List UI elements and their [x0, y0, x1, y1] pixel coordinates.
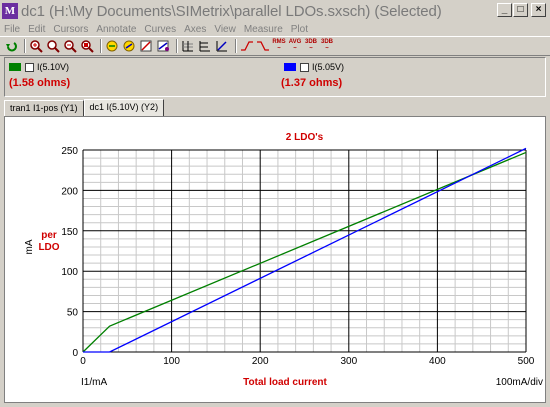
menu-cursors[interactable]: Cursors — [49, 24, 92, 35]
zoom-box-icon[interactable] — [46, 39, 60, 53]
legend-checkbox[interactable] — [300, 62, 309, 72]
y-tick-label: 250 — [61, 146, 78, 157]
legend-swatch-green — [9, 63, 21, 71]
app-icon[interactable]: M — [2, 3, 18, 19]
legend-panel: I(5.10V) (1.58 ohms) I(5.05V) (1.37 ohms… — [4, 57, 546, 97]
chart-title: 2 LDO's — [286, 132, 324, 143]
toolbar-separator — [24, 39, 26, 53]
y-axis-unit: mA — [24, 239, 35, 254]
legend-label: I(5.05V) — [312, 62, 345, 72]
tab-tran1[interactable]: tran1 I1-pos (Y1) — [4, 100, 84, 116]
zoom-full-icon[interactable] — [80, 39, 94, 53]
curve-pan-icon[interactable] — [105, 39, 119, 53]
y-tick-label: 200 — [61, 186, 78, 197]
menu-view[interactable]: View — [210, 24, 240, 35]
close-button[interactable]: × — [531, 3, 546, 17]
legend-checkbox[interactable] — [25, 62, 34, 72]
app-window: M dc1 (H:\My Documents\SIMetrix\parallel… — [0, 0, 550, 407]
legend-swatch-blue — [284, 63, 296, 71]
rms-measure-icon[interactable]: RMS ~ — [272, 39, 286, 53]
stacked-grid-icon[interactable] — [198, 39, 212, 53]
y-axis-label: per — [41, 230, 57, 241]
avg-measure-icon[interactable]: AVG ~ — [288, 39, 302, 53]
x-tick-label: 0 — [80, 356, 86, 367]
menu-curves[interactable]: Curves — [140, 24, 180, 35]
title-bar[interactable]: M dc1 (H:\My Documents\SIMetrix\parallel… — [0, 0, 550, 22]
tab-strip: tran1 I1-pos (Y1) dc1 I(5.10V) (Y2) — [4, 99, 165, 117]
new-grid-icon[interactable] — [181, 39, 195, 53]
x-tick-label: 400 — [429, 356, 446, 367]
delete-curve-icon[interactable] — [139, 39, 153, 53]
menu-annotate[interactable]: Annotate — [92, 24, 140, 35]
x-tick-label: 500 — [518, 356, 535, 367]
curve-fit-icon[interactable] — [122, 39, 136, 53]
y-tick-label: 50 — [67, 308, 79, 319]
tab-dc1[interactable]: dc1 I(5.10V) (Y2) — [83, 99, 165, 116]
maximize-button[interactable]: □ — [513, 3, 528, 17]
menu-plot[interactable]: Plot — [287, 24, 312, 35]
undo-icon[interactable] — [4, 39, 18, 53]
x-tick-label: 100 — [163, 356, 180, 367]
toolbar-separator — [235, 39, 237, 53]
x-axis-label: Total load current — [243, 377, 327, 388]
toolbar-separator — [100, 39, 102, 53]
3db-high-icon[interactable]: 3DB ~ — [320, 39, 334, 53]
edit-curve-icon[interactable] — [156, 39, 170, 53]
x-tick-label: 200 — [252, 356, 269, 367]
y-tick-label: 0 — [72, 348, 78, 359]
zoom-in-icon[interactable] — [29, 39, 43, 53]
fall-time-icon[interactable] — [256, 39, 270, 53]
series-line-2 — [83, 147, 527, 353]
legend-value: (1.58 ohms) — [9, 77, 71, 89]
x-tick-label: 300 — [340, 356, 357, 367]
menu-measure[interactable]: Measure — [240, 24, 287, 35]
y-axis-label: LDO — [38, 242, 59, 253]
chart: 0 100 200 300 400 500 0 50 100 150 200 250 2 LDO's mA… — [24, 132, 543, 388]
3db-low-icon[interactable]: 3DB ~ — [304, 39, 318, 53]
menu-edit[interactable]: Edit — [24, 24, 49, 35]
rise-time-icon[interactable] — [240, 39, 254, 53]
legend-label: I(5.10V) — [37, 62, 70, 72]
window-title: dc1 (H:\My Documents\SIMetrix\parallel L… — [21, 2, 442, 20]
menu-axes[interactable]: Axes — [180, 24, 210, 35]
menu-bar: File Edit Cursors Annotate Curves Axes V… — [0, 22, 550, 36]
y-tick-label: 100 — [61, 267, 78, 278]
axis-icon[interactable] — [215, 39, 229, 53]
menu-file[interactable]: File — [0, 24, 24, 35]
x-scale-label: 100mA/div — [496, 377, 543, 388]
zoom-out-icon[interactable] — [63, 39, 77, 53]
legend-item-1[interactable]: I(5.10V) — [9, 62, 69, 72]
x-axis-name: I1/mA — [81, 377, 107, 388]
toolbar: RMS ~ AVG ~ 3DB ~ 3DB ~ — [0, 36, 550, 56]
y-tick-label: 150 — [61, 227, 78, 238]
legend-value: (1.37 ohms) — [281, 77, 343, 89]
plot-area[interactable]: 0 100 200 300 400 500 0 50 100 150 200 250 2 LDO's mA… — [4, 116, 546, 403]
toolbar-separator — [176, 39, 178, 53]
minimize-button[interactable]: _ — [497, 3, 512, 17]
legend-item-2[interactable]: I(5.05V) — [284, 62, 344, 72]
